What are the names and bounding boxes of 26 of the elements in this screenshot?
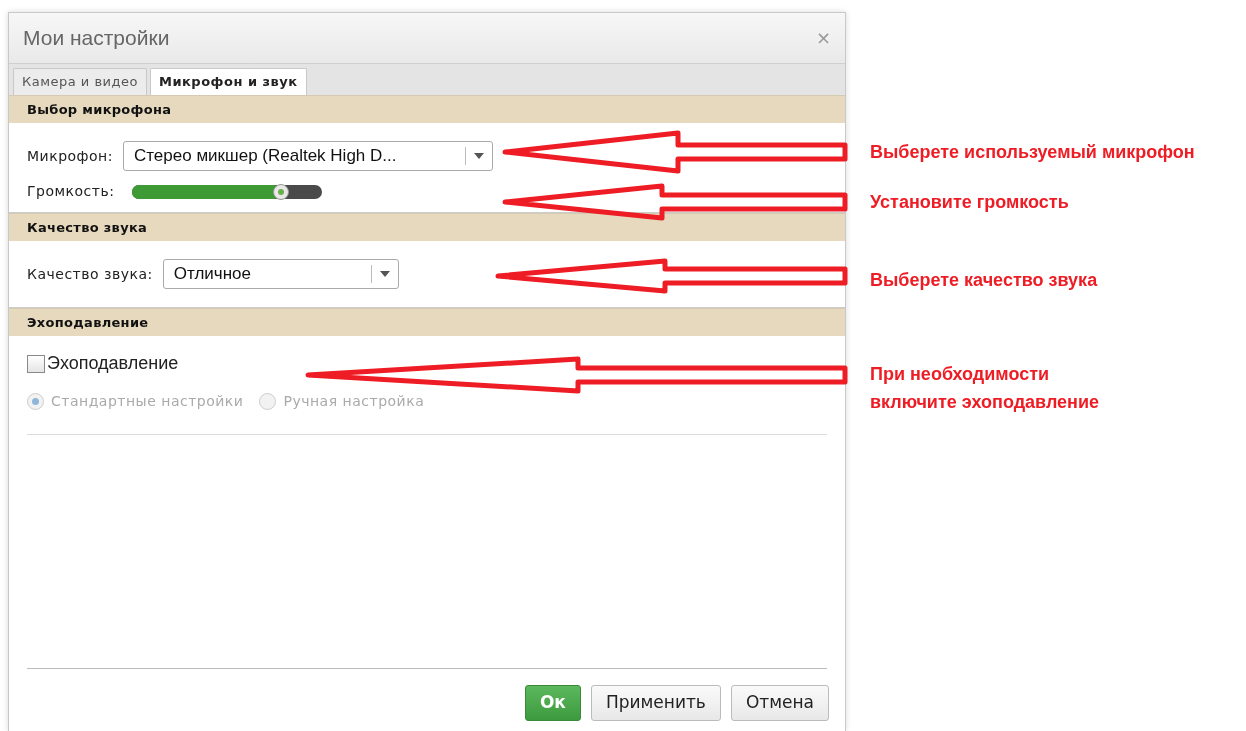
window-title: Мои настройки [23, 25, 170, 52]
section-header: Выбор микрофона [9, 95, 845, 123]
checkbox[interactable] [27, 354, 45, 373]
dropdown[interactable]: Отличное [162, 259, 399, 289]
tab[interactable]: Микрофон и звук [150, 68, 307, 95]
annotation-text: Выберете качество звука [870, 269, 1098, 292]
annotation-text: Установите громкость [870, 191, 1069, 214]
tab[interactable]: Камера и видео [13, 68, 147, 95]
annotation-text: При необходимости включите эхоподавление [870, 363, 1100, 414]
dropdown-value: Отличное [172, 263, 252, 286]
radio-label: Стандартные настройки [51, 392, 244, 411]
caret-icon [379, 271, 390, 277]
field-label: Громкость: [27, 182, 115, 201]
dropdown-value: Стерео микшер (Realtek High D... [133, 145, 398, 168]
checkbox-label: Эхоподавление [47, 352, 179, 375]
caret-icon [474, 153, 484, 159]
field-label: Микрофон: [27, 146, 113, 166]
dropdown[interactable]: Стерео микшер (Realtek High D... [123, 141, 493, 171]
radio-label: Ручная настройка [283, 392, 425, 411]
annotation-text: Выберете используемый микрофон [870, 141, 1195, 164]
field-label: Качество звука: [27, 264, 153, 284]
dialog-button[interactable]: Отмена [730, 685, 829, 721]
section-header: Качество звука [9, 213, 845, 241]
volume-slider[interactable] [132, 184, 323, 199]
section-header: Эхоподавление [9, 308, 845, 336]
dialog-button[interactable]: Применить [590, 685, 721, 721]
